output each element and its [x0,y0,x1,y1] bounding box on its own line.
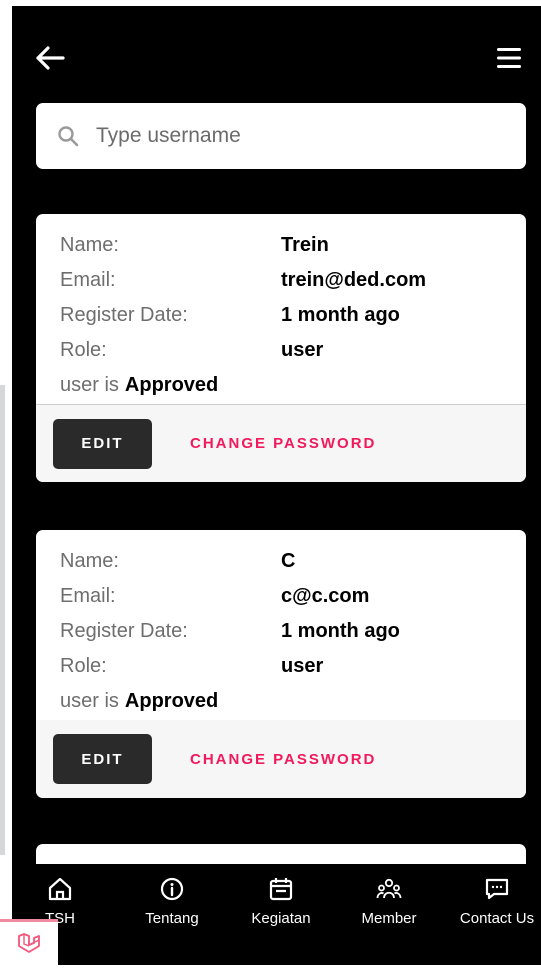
role-value: user [281,655,324,677]
top-bar [12,6,541,98]
user-card-details: Name: Trein Email: trein@ded.com Registe… [36,214,526,404]
role-value: user [281,339,324,361]
name-value: C [281,550,296,572]
role-row: Role: user [60,649,502,684]
nav-label: Tentang [145,910,199,927]
approval-status: user is Approved [60,368,502,403]
calendar-icon [269,878,293,901]
email-label: Email: [60,269,116,291]
change-password-button[interactable]: CHANGE PASSWORD [190,435,376,452]
page-background [0,0,12,965]
email-value: c@c.com [281,585,370,607]
email-row: Email: c@c.com [60,579,502,614]
status-prefix: user is [60,690,119,712]
search-box[interactable] [36,103,526,169]
user-card-actions: EDIT CHANGE PASSWORD [36,404,526,482]
name-row: Name: Trein [60,228,502,263]
register-date-row: Register Date: 1 month ago [60,614,502,649]
register-date-value: 1 month ago [281,304,400,326]
framework-badge[interactable] [0,919,58,968]
edit-button[interactable]: EDIT [53,418,152,469]
nav-label: Kegiatan [251,910,311,927]
chat-icon [485,878,509,900]
info-icon [160,877,184,901]
edit-button[interactable]: EDIT [53,734,152,784]
search-input[interactable] [94,123,478,149]
email-row: Email: trein@ded.com [60,263,502,298]
user-card: Name: Trein Email: trein@ded.com Registe… [36,214,526,482]
change-password-button[interactable]: CHANGE PASSWORD [190,751,376,768]
role-label: Role: [60,655,107,677]
email-value: trein@ded.com [281,269,427,291]
user-card: Name: C Email: c@c.com Register Date: 1 … [36,530,526,798]
bottom-navigation: TSH Tentang Kegiatan Member Contact Us [12,864,541,965]
nav-item-kegiatan[interactable]: Kegiatan [231,876,331,927]
laravel-logo-icon [18,933,40,953]
app-screen: Name: Trein Email: trein@ded.com Registe… [12,6,541,965]
register-date-label: Register Date: [60,304,188,326]
status-value: Approved [124,374,219,396]
register-date-label: Register Date: [60,620,188,642]
status-prefix: user is [60,374,119,396]
home-icon [48,877,72,901]
role-label: Role: [60,339,107,361]
people-icon [376,878,402,899]
user-card-actions: EDIT CHANGE PASSWORD [36,720,526,798]
role-row: Role: user [60,333,502,368]
user-card-details: Name: C Email: c@c.com Register Date: 1 … [36,530,526,720]
nav-item-contact-us[interactable]: Contact Us [447,876,541,927]
search-icon [58,126,79,147]
back-arrow-icon[interactable] [32,40,68,76]
nav-label: Member [361,910,417,927]
register-date-row: Register Date: 1 month ago [60,298,502,333]
register-date-value: 1 month ago [281,620,400,642]
name-row: Name: C [60,544,502,579]
hamburger-menu-icon[interactable] [494,44,524,72]
approval-status: user is Approved [60,684,502,719]
nav-item-member[interactable]: Member [339,876,439,927]
name-label: Name: [60,550,119,572]
background-bar [0,385,5,855]
status-value: Approved [124,690,219,712]
nav-item-tentang[interactable]: Tentang [122,876,222,927]
name-value: Trein [281,234,329,256]
nav-label: Contact Us [459,910,535,927]
email-label: Email: [60,585,116,607]
name-label: Name: [60,234,119,256]
user-card-partial [36,844,526,864]
